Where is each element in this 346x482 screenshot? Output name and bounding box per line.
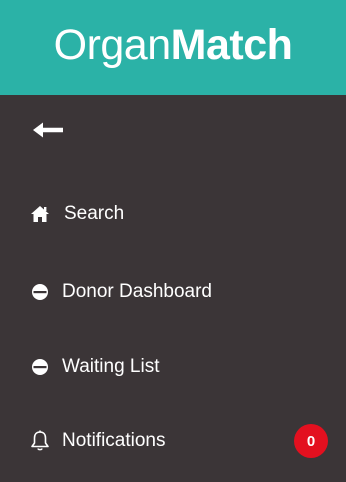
sidebar-item-search[interactable]: Search [0, 189, 346, 239]
sidebar-item-label: Notifications [62, 430, 166, 451]
sidebar-item-label: Waiting List [62, 356, 160, 377]
sidebar-item-notifications[interactable]: Notifications 0 [0, 416, 346, 466]
half-circle-icon [30, 282, 50, 302]
sidebar: OrganMatch Search Donor Dashboard Waitin… [0, 0, 346, 482]
half-circle-icon [30, 357, 50, 377]
brand-name-light: Organ [53, 21, 172, 69]
bell-icon [30, 430, 50, 451]
sidebar-item-waiting-list[interactable]: Waiting List [0, 342, 346, 392]
brand-name-bold: Match [170, 21, 293, 69]
notification-count-badge: 0 [294, 424, 328, 458]
brand-header[interactable]: OrganMatch [0, 0, 346, 95]
arrow-left-icon[interactable] [30, 118, 66, 142]
home-icon [30, 204, 50, 224]
sidebar-item-label: Donor Dashboard [62, 281, 212, 302]
brand-logo: OrganMatch [54, 24, 293, 67]
sidebar-item-donor-dashboard[interactable]: Donor Dashboard [0, 267, 346, 317]
sidebar-item-label: Search [64, 203, 125, 224]
